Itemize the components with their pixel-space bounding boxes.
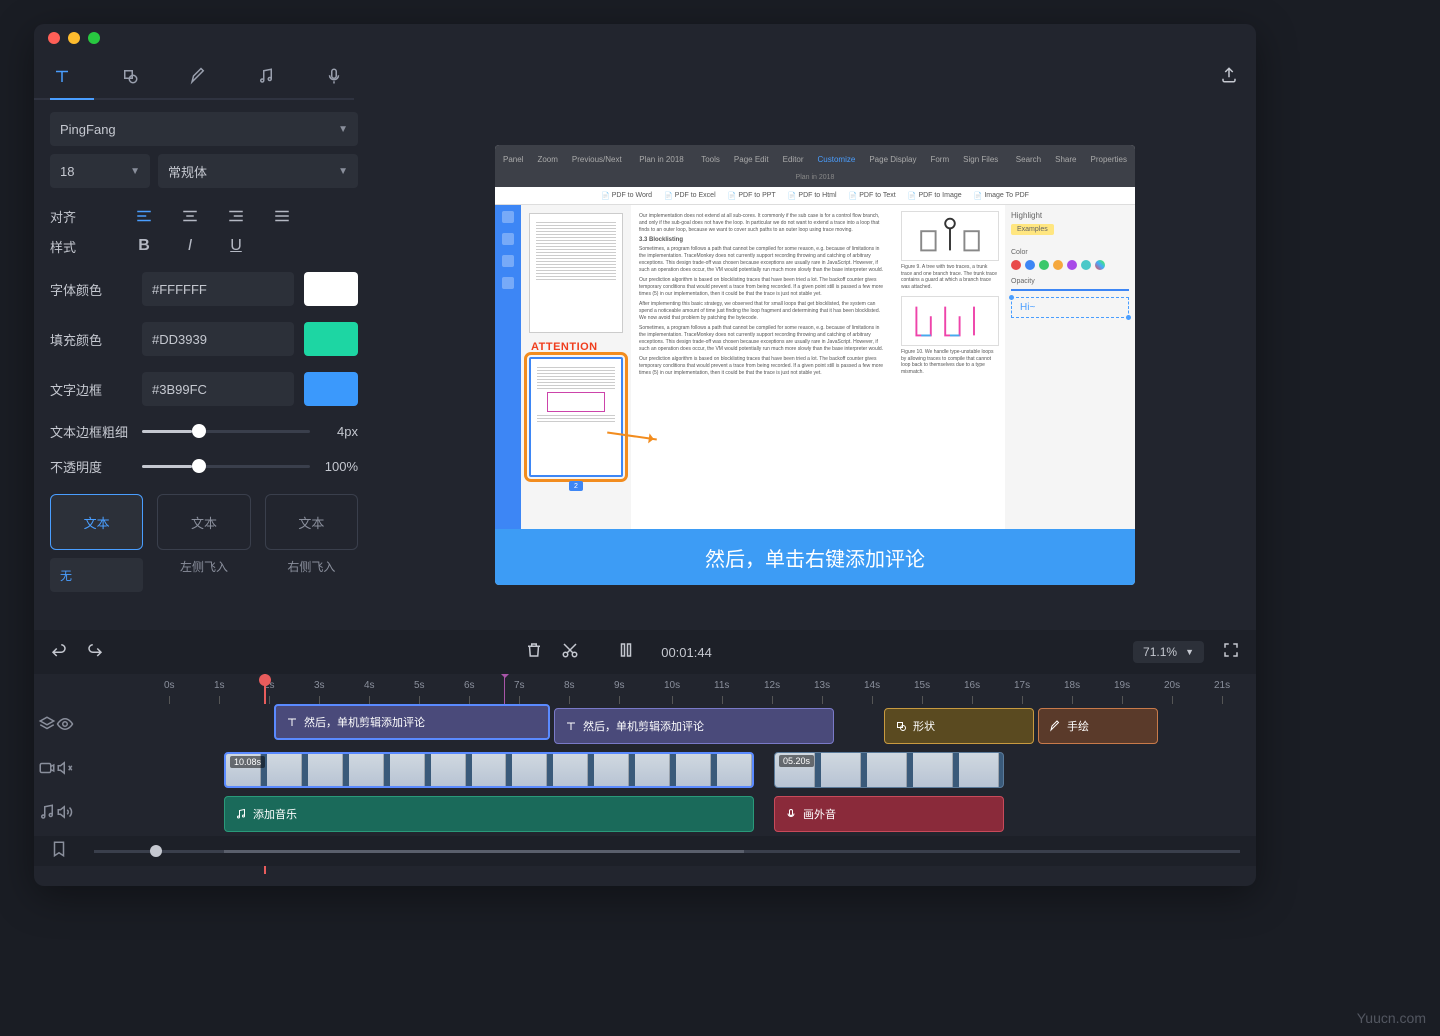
opacity-label: 不透明度 [50, 457, 142, 476]
layers-icon[interactable] [38, 715, 56, 738]
music-track-icon[interactable] [38, 803, 56, 826]
align-justify-icon[interactable] [272, 206, 292, 226]
pdf-sidebar [495, 205, 521, 555]
pause-button[interactable] [617, 641, 635, 664]
tab-mic[interactable] [322, 64, 346, 88]
editor-tabs [34, 52, 1256, 100]
opacity-slider[interactable] [142, 465, 310, 468]
playhead-time: 00:01:44 [661, 645, 712, 660]
border-width-label: 文本边框粗细 [50, 422, 142, 441]
bold-icon[interactable]: B [134, 236, 154, 256]
style-label: 样式 [50, 237, 114, 256]
underline-icon[interactable]: U [226, 236, 246, 256]
border-color-input[interactable]: #3B99FC [142, 372, 294, 406]
text-overlay[interactable]: 然后，单击右键添加评论 [495, 529, 1135, 585]
fill-color-input[interactable]: #DD3939 [142, 322, 294, 356]
watermark: Yuucn.com [1357, 1010, 1426, 1026]
draw-clip[interactable]: 手绘 [1038, 708, 1158, 744]
italic-icon[interactable]: I [180, 236, 200, 256]
fill-color-swatch[interactable] [304, 322, 358, 356]
font-family-select[interactable]: PingFang▼ [50, 112, 358, 146]
zoom-dot[interactable] [88, 32, 100, 44]
volume-icon[interactable] [56, 803, 74, 826]
anim-none[interactable]: 文本 [50, 494, 143, 550]
timeline-scrollbar[interactable] [34, 836, 1256, 866]
font-color-swatch[interactable] [304, 272, 358, 306]
preview-area: PanelZoomPrevious/Next Plan in 2018 Tool… [374, 100, 1256, 630]
pdf-annotation-panel: Highlight Examples Color Opacity 50% Hi~ [1005, 205, 1135, 555]
align-label: 对齐 [50, 207, 114, 226]
shape-clip[interactable]: 形状 [884, 708, 1034, 744]
minimize-dot[interactable] [68, 32, 80, 44]
font-size-select[interactable]: 18▼ [50, 154, 150, 188]
tab-text[interactable] [50, 64, 74, 88]
border-color-label: 文字边框 [50, 380, 142, 399]
voice-clip[interactable]: 画外音 [774, 796, 1004, 832]
marker[interactable] [504, 674, 505, 704]
border-width-slider[interactable] [142, 430, 310, 433]
pdf-content: Our implementation does not extend at al… [631, 205, 895, 555]
align-left-icon[interactable] [134, 206, 154, 226]
preview-canvas[interactable]: PanelZoomPrevious/Next Plan in 2018 Tool… [495, 145, 1135, 585]
tab-brush[interactable] [186, 64, 210, 88]
cut-button[interactable] [561, 641, 579, 664]
delete-button[interactable] [525, 641, 543, 664]
pdf-thumbnails: ATTENTION 2 [521, 205, 631, 555]
pdf-toolbar: PanelZoomPrevious/Next Plan in 2018 Tool… [495, 145, 1135, 173]
app-window: PingFang▼ 18▼ 常规体▼ 对齐 样式 B I U [34, 24, 1256, 886]
pdf-convert-bar: 📄 PDF to Word📄 PDF to Excel📄 PDF to PPT📄… [495, 187, 1135, 205]
font-color-input[interactable]: #FFFFFF [142, 272, 294, 306]
timeline-ruler[interactable]: 0s1s2s3s4s5s6s7s8s9s10s11s12s13s14s15s16… [34, 674, 1256, 704]
video-clip-2[interactable]: 05.20s [774, 752, 1004, 788]
audio-clip[interactable]: 添加音乐 [224, 796, 754, 832]
timeline-controls: 00:01:44 71.1%▼ [34, 630, 1256, 674]
export-button[interactable] [1220, 66, 1238, 89]
eye-icon[interactable] [56, 715, 74, 738]
mute-icon[interactable] [56, 759, 74, 782]
fullscreen-button[interactable] [1222, 641, 1240, 664]
fill-color-label: 填充颜色 [50, 330, 142, 349]
zoom-control[interactable]: 71.1%▼ [1133, 641, 1204, 663]
align-center-icon[interactable] [180, 206, 200, 226]
text-clip-1[interactable]: 然后，单机剪辑添加评论 [274, 704, 550, 740]
undo-button[interactable] [50, 641, 68, 664]
marker-icon[interactable] [50, 840, 68, 863]
video-icon[interactable] [38, 759, 56, 782]
text-clip-2[interactable]: 然后，单机剪辑添加评论 [554, 708, 834, 744]
align-right-icon[interactable] [226, 206, 246, 226]
close-dot[interactable] [48, 32, 60, 44]
border-color-swatch[interactable] [304, 372, 358, 406]
redo-button[interactable] [86, 641, 104, 664]
anim-slide-right[interactable]: 文本 [265, 494, 358, 550]
font-weight-select[interactable]: 常规体▼ [158, 154, 358, 188]
text-properties-panel: PingFang▼ 18▼ 常规体▼ 对齐 样式 B I U [34, 100, 374, 630]
pdf-figures: Figure 9. A tree with two traces, a trun… [895, 205, 1005, 555]
font-color-label: 字体颜色 [50, 280, 142, 299]
video-clip-1[interactable]: 10.08s [224, 752, 754, 788]
titlebar [34, 24, 1256, 52]
anim-slide-left[interactable]: 文本 [157, 494, 250, 550]
attention-label: ATTENTION [531, 341, 598, 353]
tab-shape[interactable] [118, 64, 142, 88]
timeline-tracks: 然后，单机剪辑添加评论 然后，单机剪辑添加评论 形状 手绘 10.08s 05.… [34, 704, 1256, 836]
tab-music[interactable] [254, 64, 278, 88]
